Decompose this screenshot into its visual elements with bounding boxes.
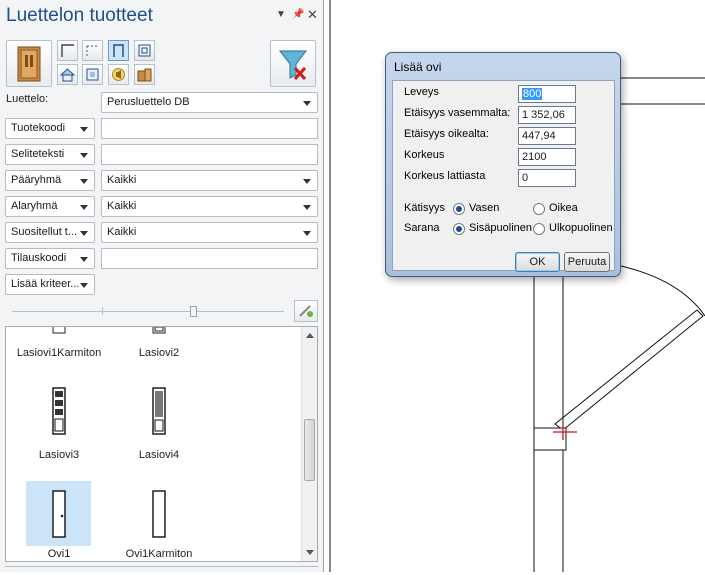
chevron-down-icon: [80, 179, 88, 184]
filter-product-code-input[interactable]: [101, 118, 318, 139]
distance-right-input[interactable]: 447,94: [518, 127, 576, 145]
filter-order-code-input[interactable]: [101, 248, 318, 269]
furniture-icon[interactable]: [134, 64, 155, 85]
scroll-down-icon[interactable]: [306, 550, 314, 555]
list-item[interactable]: Lasiovi3: [14, 383, 104, 463]
filter-field-select[interactable]: Seliteteksti: [5, 144, 95, 165]
square-frame-icon[interactable]: [82, 64, 103, 85]
width-input[interactable]: 800: [518, 85, 576, 103]
hinge-inside-radio[interactable]: [453, 223, 465, 235]
catalog-label: Luettelo:: [6, 93, 49, 105]
pin-icon[interactable]: 📌: [292, 9, 304, 20]
product-gallery: Lasiovi1Karmiton Lasiovi2 Lasiovi3 Lasio…: [5, 326, 318, 562]
scroll-thumb[interactable]: [304, 419, 315, 481]
grid-dots-icon[interactable]: [82, 40, 103, 61]
hinge-outside-label: Ulkopuolinen: [549, 222, 613, 234]
thumbnail-size-slider[interactable]: [12, 304, 284, 318]
list-item[interactable]: Lasiovi1Karmiton: [14, 327, 104, 366]
height-label: Korkeus: [404, 149, 445, 161]
filter-recommended-select[interactable]: Kaikki: [101, 222, 318, 243]
filter-field-select[interactable]: Pääryhmä: [5, 170, 95, 191]
hinge-outside-radio[interactable]: [533, 223, 545, 235]
list-item-label: Ovi1: [47, 548, 71, 560]
distance-right-label: Etäisyys oikealta:: [404, 128, 489, 140]
panel-title: Luettelon tuotteet: [6, 5, 153, 26]
handedness-right-label: Oikea: [549, 202, 578, 214]
chevron-down-icon: [80, 205, 88, 210]
roof-icon[interactable]: [57, 64, 78, 85]
filter-field-select[interactable]: Suositellut t...: [5, 222, 95, 243]
cancel-button[interactable]: Peruuta: [564, 252, 610, 272]
filter-field-select[interactable]: Tuotekoodi: [5, 118, 95, 139]
width-value: 800: [522, 88, 543, 100]
door-icon: [152, 490, 166, 538]
panel-bottom-bar: [5, 566, 318, 572]
filter-main-group-select[interactable]: Kaikki: [101, 170, 318, 191]
width-label: Leveys: [404, 86, 439, 98]
floor-height-label: Korkeus lattiasta: [404, 170, 486, 182]
speaker-icon[interactable]: [108, 64, 129, 85]
filter-subgroup-select[interactable]: Kaikki: [101, 196, 318, 217]
floor-height-input[interactable]: 0: [518, 169, 576, 187]
close-icon[interactable]: ✕: [307, 7, 318, 23]
hinge-label: Sarana: [404, 222, 440, 234]
catalog-value: Perusluettelo DB: [107, 96, 190, 108]
handedness-left-radio[interactable]: [453, 203, 465, 215]
chevron-down-icon: [303, 179, 311, 184]
chevron-down-icon: [80, 231, 88, 236]
list-item[interactable]: Lasiovi2: [114, 327, 204, 366]
chevron-down-icon: [80, 153, 88, 158]
list-item[interactable]: Lasiovi4: [114, 383, 204, 463]
catalog-panel: Luettelon tuotteet ▼ 📌 ✕ Luettelo: Perus…: [0, 0, 324, 572]
chevron-down-icon: [303, 231, 311, 236]
settings-link-icon[interactable]: [294, 300, 318, 322]
ok-button[interactable]: OK: [515, 252, 560, 272]
door-frame-icon[interactable]: [108, 40, 129, 61]
chevron-down-icon: [80, 257, 88, 262]
list-item-selected[interactable]: [26, 481, 91, 546]
dialog-title: Lisää ovi: [394, 60, 442, 74]
catalog-select[interactable]: Perusluettelo DB: [101, 92, 318, 113]
chevron-down-icon[interactable]: ▼: [276, 9, 286, 20]
door-icon: [52, 490, 66, 538]
chevron-down-icon: [80, 127, 88, 132]
filter-field-select[interactable]: Tilauskoodi: [5, 248, 95, 269]
hinge-inside-label: Sisäpuolinen: [469, 222, 532, 234]
door-catalog-button[interactable]: [6, 40, 52, 87]
corner-tool-icon[interactable]: [57, 40, 78, 61]
dialog-body: Leveys 800 Etäisyys vasemmalta: 1 352,06…: [392, 80, 615, 272]
handedness-left-label: Vasen: [469, 202, 500, 214]
filter-field-select[interactable]: Alaryhmä: [5, 196, 95, 217]
glass-door-icon: [152, 387, 166, 435]
distance-left-input[interactable]: 1 352,06: [518, 106, 576, 124]
chevron-down-icon: [303, 101, 311, 106]
filter-description-input[interactable]: [101, 144, 318, 165]
distance-left-label: Etäisyys vasemmalta:: [404, 107, 511, 119]
glass-door-icon: [52, 387, 66, 435]
height-input[interactable]: 2100: [518, 148, 576, 166]
more-criteria-select[interactable]: Lisää kriteer...: [5, 274, 95, 295]
slider-handle[interactable]: [190, 306, 197, 317]
scroll-up-icon[interactable]: [306, 333, 314, 338]
chevron-down-icon: [303, 205, 311, 210]
window-icon[interactable]: [134, 40, 155, 61]
add-door-dialog: Lisää ovi Leveys 800 Etäisyys vasemmalta…: [385, 52, 621, 277]
gallery-scrollbar[interactable]: [301, 327, 317, 561]
filter-clear-icon[interactable]: [270, 40, 316, 87]
chevron-down-icon: [80, 283, 88, 288]
handedness-label: Kätisyys: [404, 202, 445, 214]
list-item[interactable]: Ovi1Karmiton: [114, 481, 204, 561]
handedness-right-radio[interactable]: [533, 203, 545, 215]
